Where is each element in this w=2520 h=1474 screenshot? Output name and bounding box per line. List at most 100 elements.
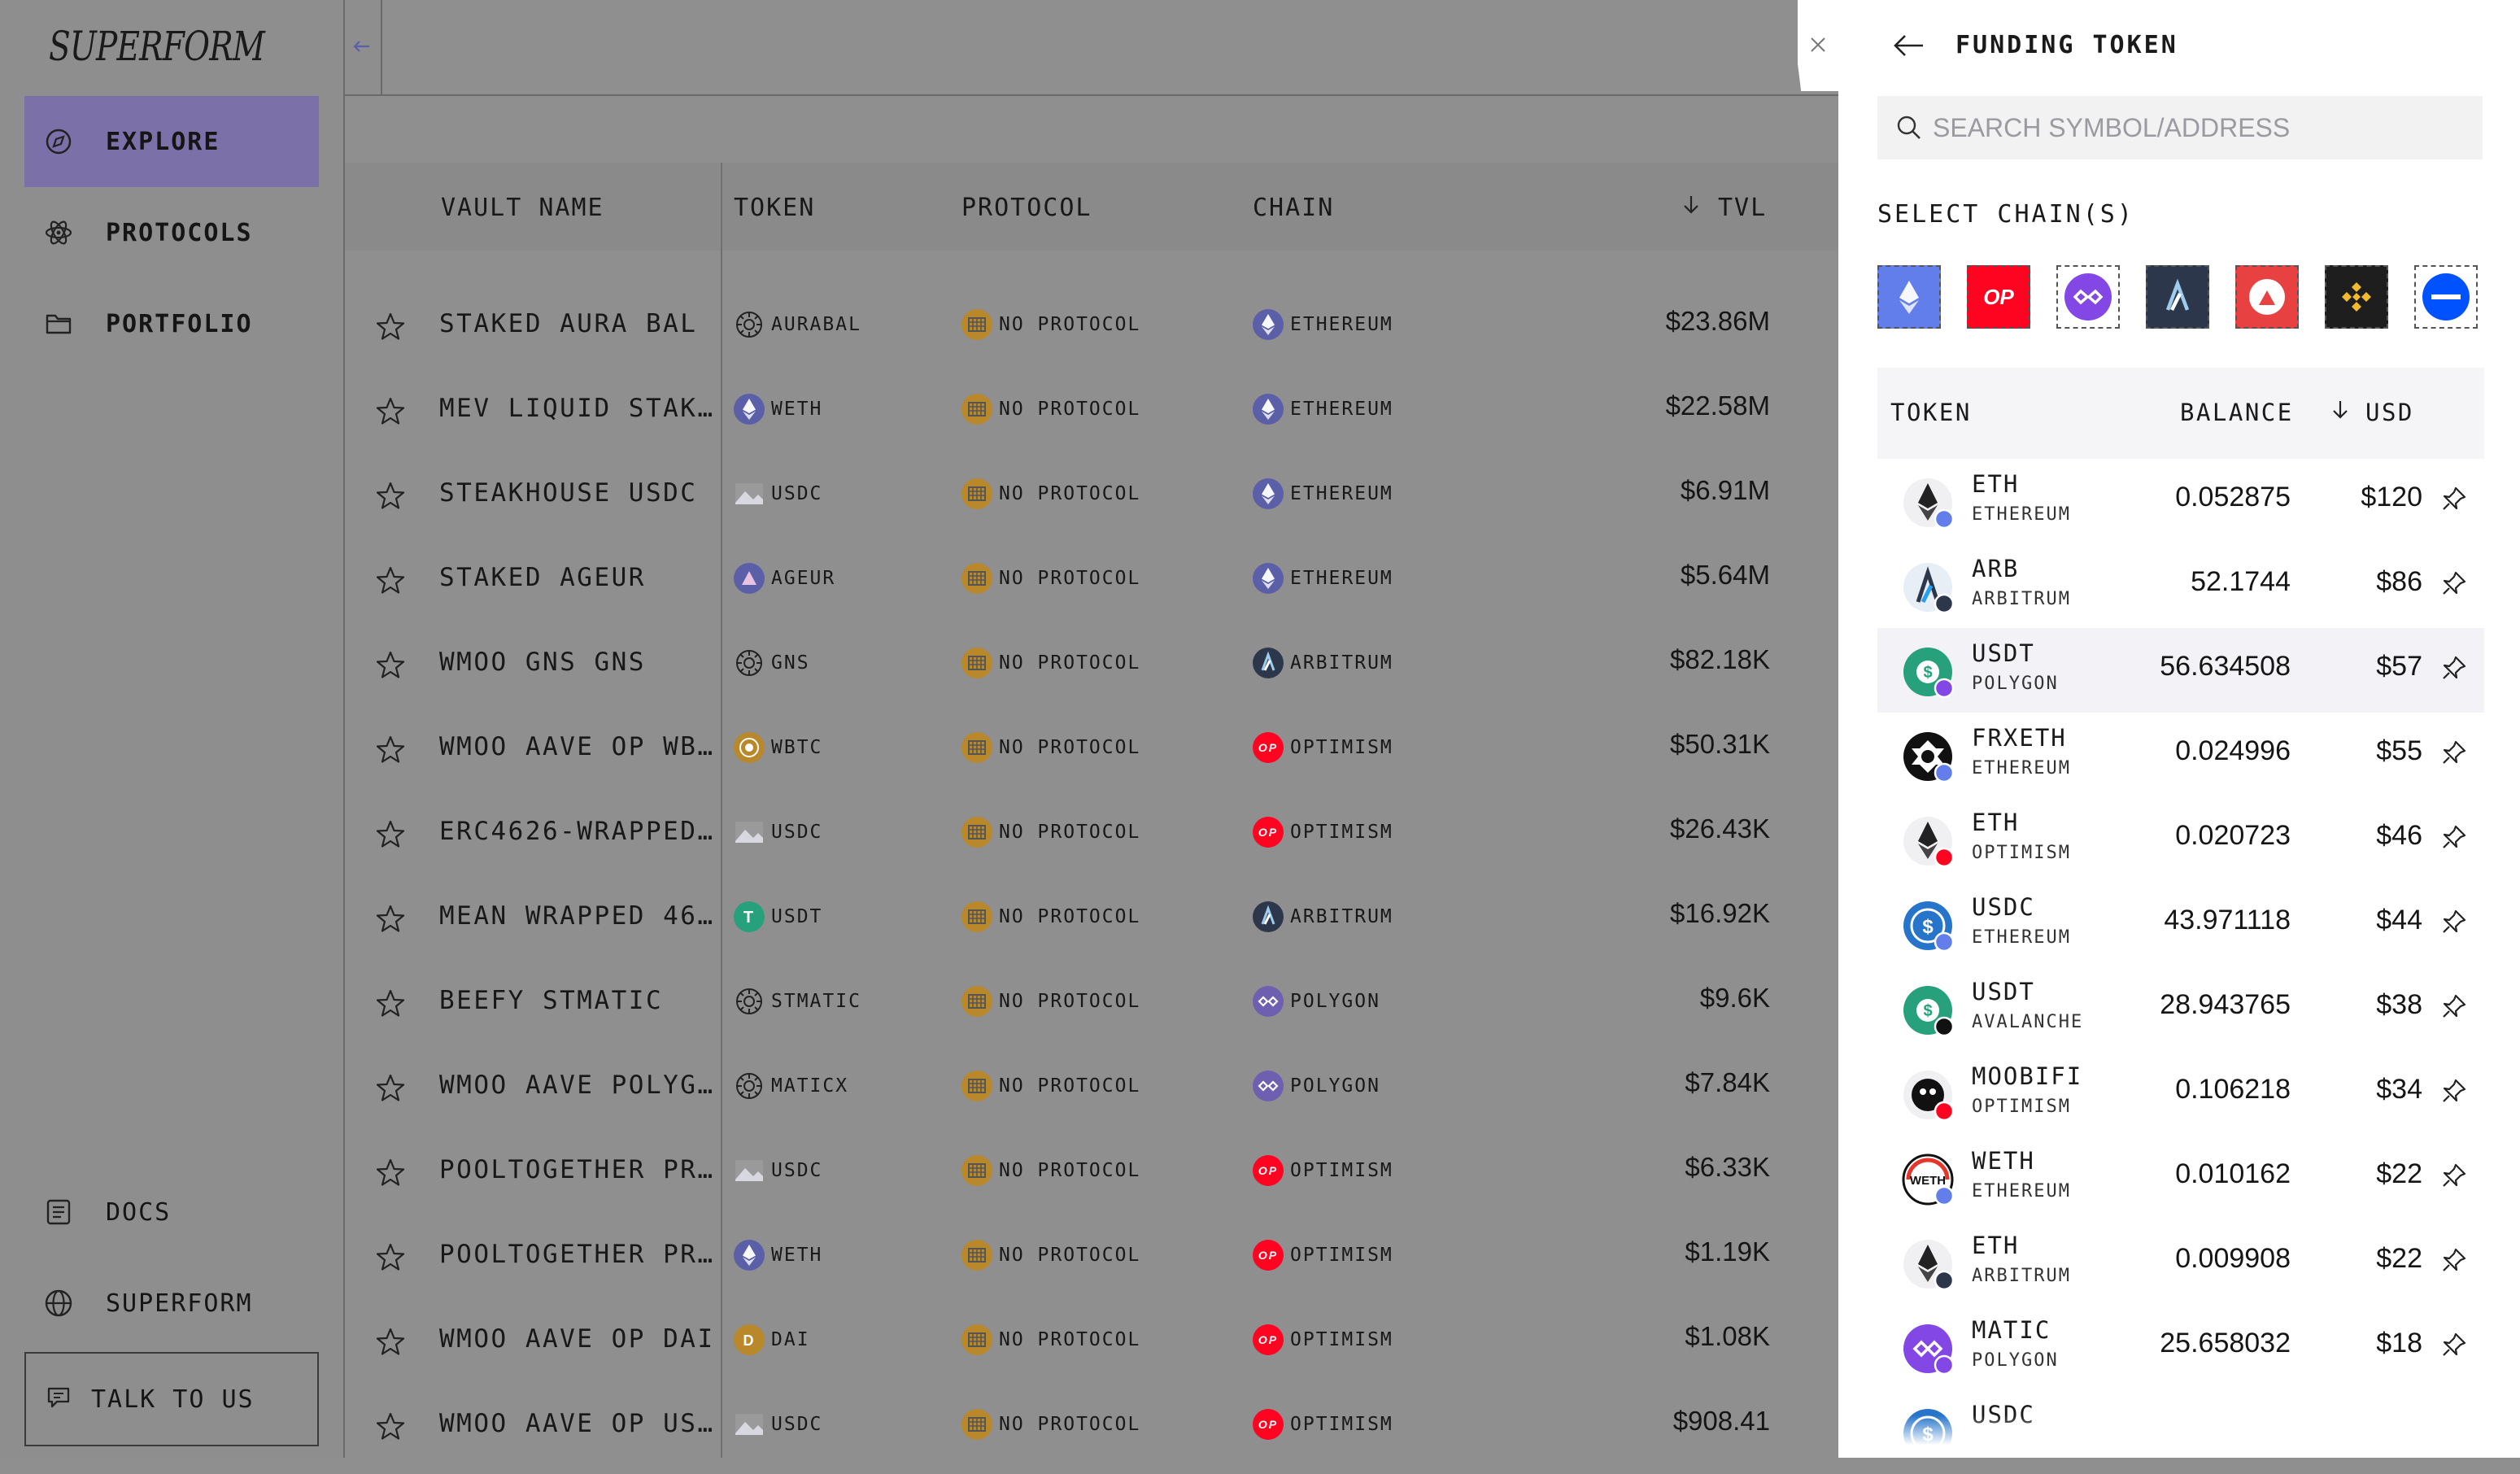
protocol-icon: [961, 732, 992, 763]
token-row[interactable]: $ USDC ETHEREUM 43.971118 $44: [1877, 882, 2484, 966]
nav-superform[interactable]: SUPERFORM: [24, 1258, 319, 1349]
protocol-icon: [961, 901, 992, 932]
chain-label: OPTIMISM: [1290, 1414, 1393, 1435]
pin-icon[interactable]: [2440, 1077, 2470, 1106]
pin-icon[interactable]: [2440, 1331, 2470, 1360]
token-row[interactable]: FRXETH ETHEREUM 0.024996 $55: [1877, 713, 2484, 797]
pin-icon[interactable]: [2440, 569, 2470, 599]
vault-row[interactable]: WMOO AAVE POLYG… MATICX NO PROTOCOL POLYGON…: [345, 1046, 1838, 1131]
star-icon[interactable]: [374, 565, 407, 597]
search-box[interactable]: [1877, 96, 2483, 159]
protocol-cell: NO PROTOCOL: [961, 732, 1140, 763]
pin-icon[interactable]: [2440, 823, 2470, 853]
talk-to-us-button[interactable]: TALK TO US: [24, 1352, 319, 1446]
wbtc-icon: [734, 732, 765, 763]
ethereum-chain-icon: [1885, 273, 1934, 321]
nav-protocols[interactable]: PROTOCOLS: [24, 187, 319, 278]
arbitrum-icon: [1253, 901, 1284, 932]
vault-row[interactable]: POOLTOGETHER PR… USDC NO PROTOCOL OP OPTIMIS…: [345, 1131, 1838, 1215]
vault-row[interactable]: BEEFY STMATIC STMATIC NO PROTOCOL POLYGON $9…: [345, 962, 1838, 1046]
superform-logo[interactable]: SUPERFORM: [49, 23, 265, 70]
pin-icon[interactable]: [2440, 1162, 2470, 1191]
vault-row[interactable]: STEAKHOUSE USDC USDC NO PROTOCOL ETHEREUM $6…: [345, 454, 1838, 539]
star-icon[interactable]: [374, 649, 407, 682]
vault-row[interactable]: MEV LIQUID STAK… WETH NO PROTOCOL ETHEREUM $…: [345, 369, 1838, 454]
col-chain[interactable]: CHAIN: [1253, 194, 1334, 222]
protocol-cell: NO PROTOCOL: [961, 901, 1140, 932]
star-icon[interactable]: [374, 1157, 407, 1189]
token-row[interactable]: ETH ARBITRUM 0.009908 $22: [1877, 1220, 2484, 1305]
star-icon[interactable]: [374, 311, 407, 343]
col-balance-header[interactable]: BALANCE: [2180, 399, 2294, 426]
vault-row[interactable]: WMOO AAVE OP US… USDC NO PROTOCOL OP OPTIMIS…: [345, 1385, 1838, 1469]
col-vault-name[interactable]: VAULT NAME: [441, 194, 604, 222]
token-row[interactable]: WETH WETH ETHEREUM 0.010162 $22: [1877, 1136, 2484, 1220]
close-icon[interactable]: [1806, 33, 1830, 60]
bnb-chain-button[interactable]: [2325, 265, 2388, 329]
token-row[interactable]: ARB ARBITRUM 52.1744 $86: [1877, 543, 2484, 628]
token-row[interactable]: MOOBIFI OPTIMISM 0.106218 $34: [1877, 1051, 2484, 1136]
search-input[interactable]: [1931, 111, 2455, 144]
nav-docs[interactable]: DOCS: [24, 1167, 319, 1258]
vault-row[interactable]: ERC4626-WRAPPED… USDC NO PROTOCOL OP OPTIMIS…: [345, 792, 1838, 877]
vault-row[interactable]: WMOO GNS GNS GNS NO PROTOCOL ARBITRUM $82.18…: [345, 623, 1838, 708]
vault-name: STAKED AGEUR: [439, 563, 646, 592]
moobifi-token-icon: [1902, 1069, 1955, 1122]
vault-row[interactable]: WMOO AAVE OP DAI D DAI NO PROTOCOL OP OPTIMIS…: [345, 1300, 1838, 1385]
token-usd: $57: [2376, 651, 2422, 682]
arrow-down-icon: [2331, 399, 2349, 426]
star-icon[interactable]: [374, 1072, 407, 1105]
token-row[interactable]: ETH OPTIMISM 0.020723 $46: [1877, 797, 2484, 882]
pin-icon[interactable]: [2440, 992, 2470, 1022]
token-cell: D DAI: [734, 1324, 810, 1355]
base-chain-button[interactable]: [2414, 265, 2478, 329]
tvl-value: $22.58M: [1665, 390, 1770, 421]
token-row[interactable]: $ USDT POLYGON 56.634508 $57: [1877, 628, 2484, 713]
token-usd: $18: [2376, 1328, 2422, 1358]
protocol-icon: [961, 817, 992, 848]
col-protocol[interactable]: PROTOCOL: [961, 194, 1092, 222]
vault-row[interactable]: STAKED AURA BAL AURABAL NO PROTOCOL ETHEREU…: [345, 285, 1838, 369]
pin-icon[interactable]: [2440, 739, 2470, 768]
avalanche-chain-button[interactable]: [2235, 265, 2299, 329]
polygon-chain-button[interactable]: [2056, 265, 2120, 329]
star-icon[interactable]: [374, 1241, 407, 1274]
chain-label: OPTIMISM: [1290, 1245, 1393, 1266]
protocol-cell: NO PROTOCOL: [961, 563, 1140, 594]
star-icon[interactable]: [374, 1411, 407, 1443]
star-icon[interactable]: [374, 480, 407, 512]
vault-row[interactable]: STAKED AGEUR AGEUR NO PROTOCOL ETHEREUM $5.6…: [345, 539, 1838, 623]
vault-row[interactable]: POOLTOGETHER PR… WETH NO PROTOCOL OP OPTIMIS…: [345, 1215, 1838, 1300]
vault-row[interactable]: MEAN WRAPPED 46… T USDT NO PROTOCOL ARBITRUM…: [345, 877, 1838, 962]
pin-icon[interactable]: [2440, 908, 2470, 937]
col-tvl-sort[interactable]: TVL: [1682, 194, 1767, 222]
star-icon[interactable]: [374, 818, 407, 851]
protocol-cell: NO PROTOCOL: [961, 1071, 1140, 1101]
token-label: DAI: [771, 1329, 810, 1350]
usdt-token-icon: $: [1902, 984, 1955, 1037]
pin-icon[interactable]: [2440, 1246, 2470, 1276]
col-usd-sort[interactable]: USD: [2331, 399, 2414, 426]
star-icon[interactable]: [374, 903, 407, 935]
ethereum-chain-button[interactable]: [1877, 265, 1941, 329]
col-token-header[interactable]: TOKEN: [1890, 399, 1972, 426]
token-row[interactable]: ETH ETHEREUM 0.052875 $120: [1877, 459, 2484, 543]
nav-portfolio[interactable]: PORTFOLIO: [24, 278, 319, 369]
star-icon[interactable]: [374, 1326, 407, 1358]
vault-row[interactable]: WMOO AAVE OP WB… WBTC NO PROTOCOL OP OPTIMIS…: [345, 708, 1838, 792]
token-row[interactable]: $ USDT AVALANCHE 28.943765 $38: [1877, 966, 2484, 1051]
col-token[interactable]: TOKEN: [734, 194, 815, 222]
star-icon[interactable]: [374, 988, 407, 1020]
optimism-chain-button[interactable]: OP: [1967, 265, 2030, 329]
star-icon[interactable]: [374, 395, 407, 428]
pin-icon[interactable]: [2440, 654, 2470, 683]
token-chain: POLYGON: [1972, 674, 2059, 694]
nav-explore[interactable]: EXPLORE: [24, 96, 319, 187]
star-icon[interactable]: [374, 734, 407, 766]
token-label: WBTC: [771, 737, 823, 758]
token-usd: $55: [2376, 735, 2422, 766]
token-row[interactable]: MATIC POLYGON 25.658032 $18: [1877, 1305, 2484, 1389]
pin-icon[interactable]: [2440, 485, 2470, 514]
arbitrum-chain-button[interactable]: [2146, 265, 2209, 329]
back-arrow-icon[interactable]: [1890, 29, 1926, 65]
